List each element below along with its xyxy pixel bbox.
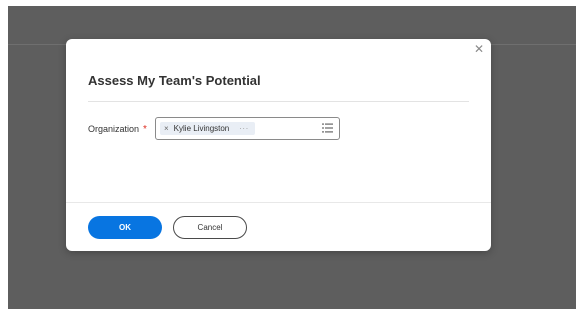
- cancel-button[interactable]: Cancel: [173, 216, 247, 239]
- assess-team-dialog: ✕ Assess My Team's Potential Organizatio…: [66, 39, 491, 251]
- footer-divider: [66, 202, 491, 203]
- prompt-list-icon[interactable]: [322, 123, 333, 133]
- remove-selection-icon[interactable]: ×: [164, 124, 169, 133]
- more-options-icon[interactable]: ···: [239, 124, 249, 133]
- required-marker: *: [143, 124, 147, 135]
- selected-organization-value: Kylie Livingston: [173, 124, 230, 133]
- organization-prompt[interactable]: × Kylie Livingston ···: [155, 117, 340, 140]
- title-divider: [88, 101, 469, 102]
- ok-button[interactable]: OK: [88, 216, 162, 239]
- organization-label-text: Organization: [88, 124, 140, 134]
- close-icon[interactable]: ✕: [473, 43, 485, 55]
- organization-label: Organization *: [88, 124, 147, 135]
- selected-organization-pill[interactable]: × Kylie Livingston ···: [160, 122, 255, 135]
- dialog-title: Assess My Team's Potential: [88, 73, 261, 88]
